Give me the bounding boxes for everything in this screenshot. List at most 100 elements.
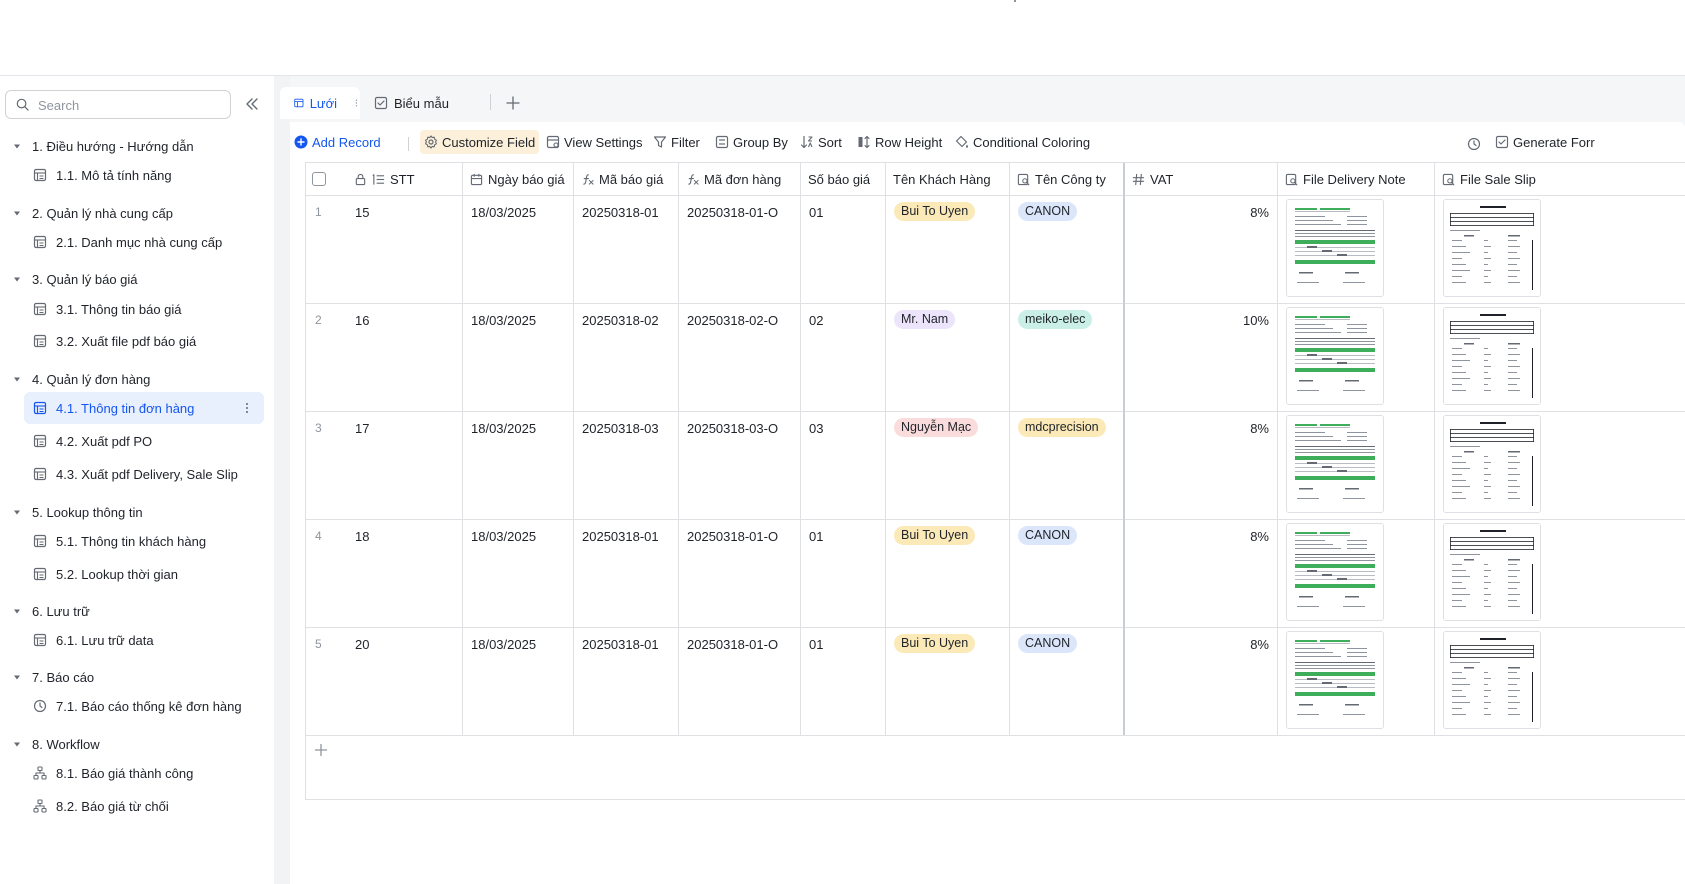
sidebar-item[interactable]: 3.2. Xuất file pdf báo giá: [24, 325, 264, 357]
table-row[interactable]: 1 15 18/03/2025 20250318-01 20250318-01-O 01 B…: [306, 195, 1685, 304]
table-cell[interactable]: CANON: [1010, 519, 1125, 627]
sidebar-item[interactable]: 7.1. Báo cáo thống kê đơn hàng: [24, 690, 264, 722]
sale-slip-attachment[interactable]: [1443, 199, 1541, 297]
table-cell[interactable]: Mr. Nam: [886, 303, 1010, 411]
collapse-sidebar-icon[interactable]: [244, 96, 260, 112]
table-cell[interactable]: 01: [801, 519, 886, 627]
history-icon[interactable]: [1467, 137, 1481, 151]
table-cell[interactable]: mdcprecision: [1010, 411, 1125, 519]
column-header-ten-khach-hang[interactable]: Tên Khách Hàng: [886, 163, 1010, 195]
table-cell[interactable]: 10%: [1125, 303, 1278, 411]
sidebar-item[interactable]: 1.1. Mô tả tính năng: [24, 159, 264, 191]
caret-down-icon[interactable]: [12, 208, 22, 218]
table-cell[interactable]: 20250318-03: [574, 411, 679, 519]
table-cell[interactable]: 02: [801, 303, 886, 411]
table-row[interactable]: 4 18 18/03/2025 20250318-01 20250318-01-O 01 B…: [306, 519, 1685, 628]
customize-field-button[interactable]: Customize Field: [420, 130, 540, 154]
table-cell[interactable]: Nguyễn Mạc: [886, 411, 1010, 519]
caret-down-icon[interactable]: [12, 507, 22, 517]
table-row[interactable]: 3 17 18/03/2025 20250318-03 20250318-03-O 03 N…: [306, 411, 1685, 520]
table-row[interactable]: 5 20 18/03/2025 20250318-01 20250318-01-O 01 B…: [306, 627, 1685, 736]
table-cell[interactable]: 01: [801, 627, 886, 735]
table-cell[interactable]: 20250318-01-O: [679, 195, 801, 303]
sidebar-group[interactable]: 2. Quản lý nhà cung cấp: [12, 199, 173, 227]
table-cell[interactable]: 18/03/2025: [463, 411, 574, 519]
column-header-so-bao-gia[interactable]: Số báo giá: [801, 163, 886, 195]
table-cell[interactable]: 8%: [1125, 519, 1278, 627]
view-settings-button[interactable]: View Settings: [542, 130, 647, 154]
caret-down-icon[interactable]: [12, 274, 22, 284]
delivery-note-attachment[interactable]: [1286, 631, 1384, 729]
column-header-ma-don-hang[interactable]: Mã đơn hàng: [679, 163, 801, 195]
table-cell[interactable]: [1435, 195, 1685, 303]
table-cell[interactable]: [1435, 303, 1685, 411]
select-all-checkbox[interactable]: [312, 172, 326, 186]
table-cell[interactable]: 20: [347, 627, 463, 735]
sidebar-group[interactable]: 7. Báo cáo: [12, 663, 94, 691]
group-by-button[interactable]: Group By: [711, 130, 792, 154]
column-header-ma-bao-gia[interactable]: Mã báo giá: [574, 163, 679, 195]
table-cell[interactable]: 15: [347, 195, 463, 303]
sidebar-group[interactable]: 5. Lookup thông tin: [12, 498, 143, 526]
table-cell[interactable]: 18/03/2025: [463, 627, 574, 735]
table-cell[interactable]: 03: [801, 411, 886, 519]
sidebar-item[interactable]: 5.1. Thông tin khách hàng: [24, 525, 264, 557]
table-cell[interactable]: 17: [347, 411, 463, 519]
table-cell[interactable]: 20250318-01-O: [679, 627, 801, 735]
table-cell[interactable]: 20250318-01: [574, 195, 679, 303]
table-cell[interactable]: 18/03/2025: [463, 519, 574, 627]
column-header-vat[interactable]: VAT: [1125, 163, 1278, 195]
sidebar-item[interactable]: 3.1. Thông tin báo giá: [24, 293, 264, 325]
table-cell[interactable]: 16: [347, 303, 463, 411]
table-cell[interactable]: 18/03/2025: [463, 195, 574, 303]
table-cell[interactable]: [1435, 519, 1685, 627]
column-header-ngay-bao-gia[interactable]: Ngày báo giá: [463, 163, 574, 195]
sidebar-group[interactable]: 3. Quản lý báo giá: [12, 265, 138, 293]
sidebar-item[interactable]: 8.2. Báo giá từ chối: [24, 790, 264, 822]
sale-slip-attachment[interactable]: [1443, 307, 1541, 405]
table-cell[interactable]: 20250318-01: [574, 519, 679, 627]
conditional-coloring-button[interactable]: Conditional Coloring: [951, 130, 1094, 154]
more-vertical-icon[interactable]: [353, 96, 360, 110]
add-view-icon[interactable]: [506, 96, 520, 110]
delivery-note-attachment[interactable]: [1286, 307, 1384, 405]
sidebar-group[interactable]: 1. Điều hướng - Hướng dẫn: [12, 132, 194, 160]
table-cell[interactable]: 8%: [1125, 195, 1278, 303]
sidebar-item[interactable]: 5.2. Lookup thời gian: [24, 558, 264, 590]
caret-down-icon[interactable]: [12, 739, 22, 749]
table-cell[interactable]: 1: [306, 195, 347, 303]
table-cell[interactable]: [1435, 411, 1685, 519]
column-header-file-delivery-note[interactable]: File Delivery Note: [1278, 163, 1435, 195]
search-input[interactable]: [36, 95, 226, 116]
column-header-ten-cong-ty[interactable]: Tên Công ty: [1010, 163, 1125, 195]
table-cell[interactable]: 4: [306, 519, 347, 627]
table-row[interactable]: 2 16 18/03/2025 20250318-02 20250318-02-O 02 M…: [306, 303, 1685, 412]
add-row-button[interactable]: [306, 735, 1685, 765]
caret-down-icon[interactable]: [12, 141, 22, 151]
table-cell[interactable]: 8%: [1125, 627, 1278, 735]
sale-slip-attachment[interactable]: [1443, 415, 1541, 513]
sidebar-item[interactable]: 2.1. Danh mục nhà cung cấp: [24, 226, 264, 258]
table-cell[interactable]: Bui To Uyen: [886, 627, 1010, 735]
row-height-button[interactable]: Row Height: [853, 130, 946, 154]
table-cell[interactable]: 5: [306, 627, 347, 735]
sidebar-item[interactable]: 4.3. Xuất pdf Delivery, Sale Slip: [24, 458, 264, 490]
sidebar-group[interactable]: 4. Quản lý đơn hàng: [12, 365, 150, 393]
sidebar-item[interactable]: 6.1. Lưu trữ data: [24, 624, 264, 656]
table-cell[interactable]: CANON: [1010, 627, 1125, 735]
delivery-note-attachment[interactable]: [1286, 199, 1384, 297]
search-box[interactable]: [5, 90, 231, 119]
sale-slip-attachment[interactable]: [1443, 523, 1541, 621]
caret-down-icon[interactable]: [12, 672, 22, 682]
table-cell[interactable]: 20250318-01-O: [679, 519, 801, 627]
table-cell[interactable]: [1278, 411, 1435, 519]
sidebar-item[interactable]: 4.1. Thông tin đơn hàng: [24, 392, 264, 424]
caret-down-icon[interactable]: [12, 374, 22, 384]
filter-button[interactable]: Filter: [649, 130, 704, 154]
sidebar-group[interactable]: 8. Workflow: [12, 730, 100, 758]
tab-form-view[interactable]: Biểu mẫu: [374, 87, 484, 119]
table-cell[interactable]: 18/03/2025: [463, 303, 574, 411]
sidebar-item[interactable]: 4.2. Xuất pdf PO: [24, 425, 264, 457]
generate-form-button[interactable]: Generate Forr: [1491, 130, 1599, 154]
table-cell[interactable]: 18: [347, 519, 463, 627]
